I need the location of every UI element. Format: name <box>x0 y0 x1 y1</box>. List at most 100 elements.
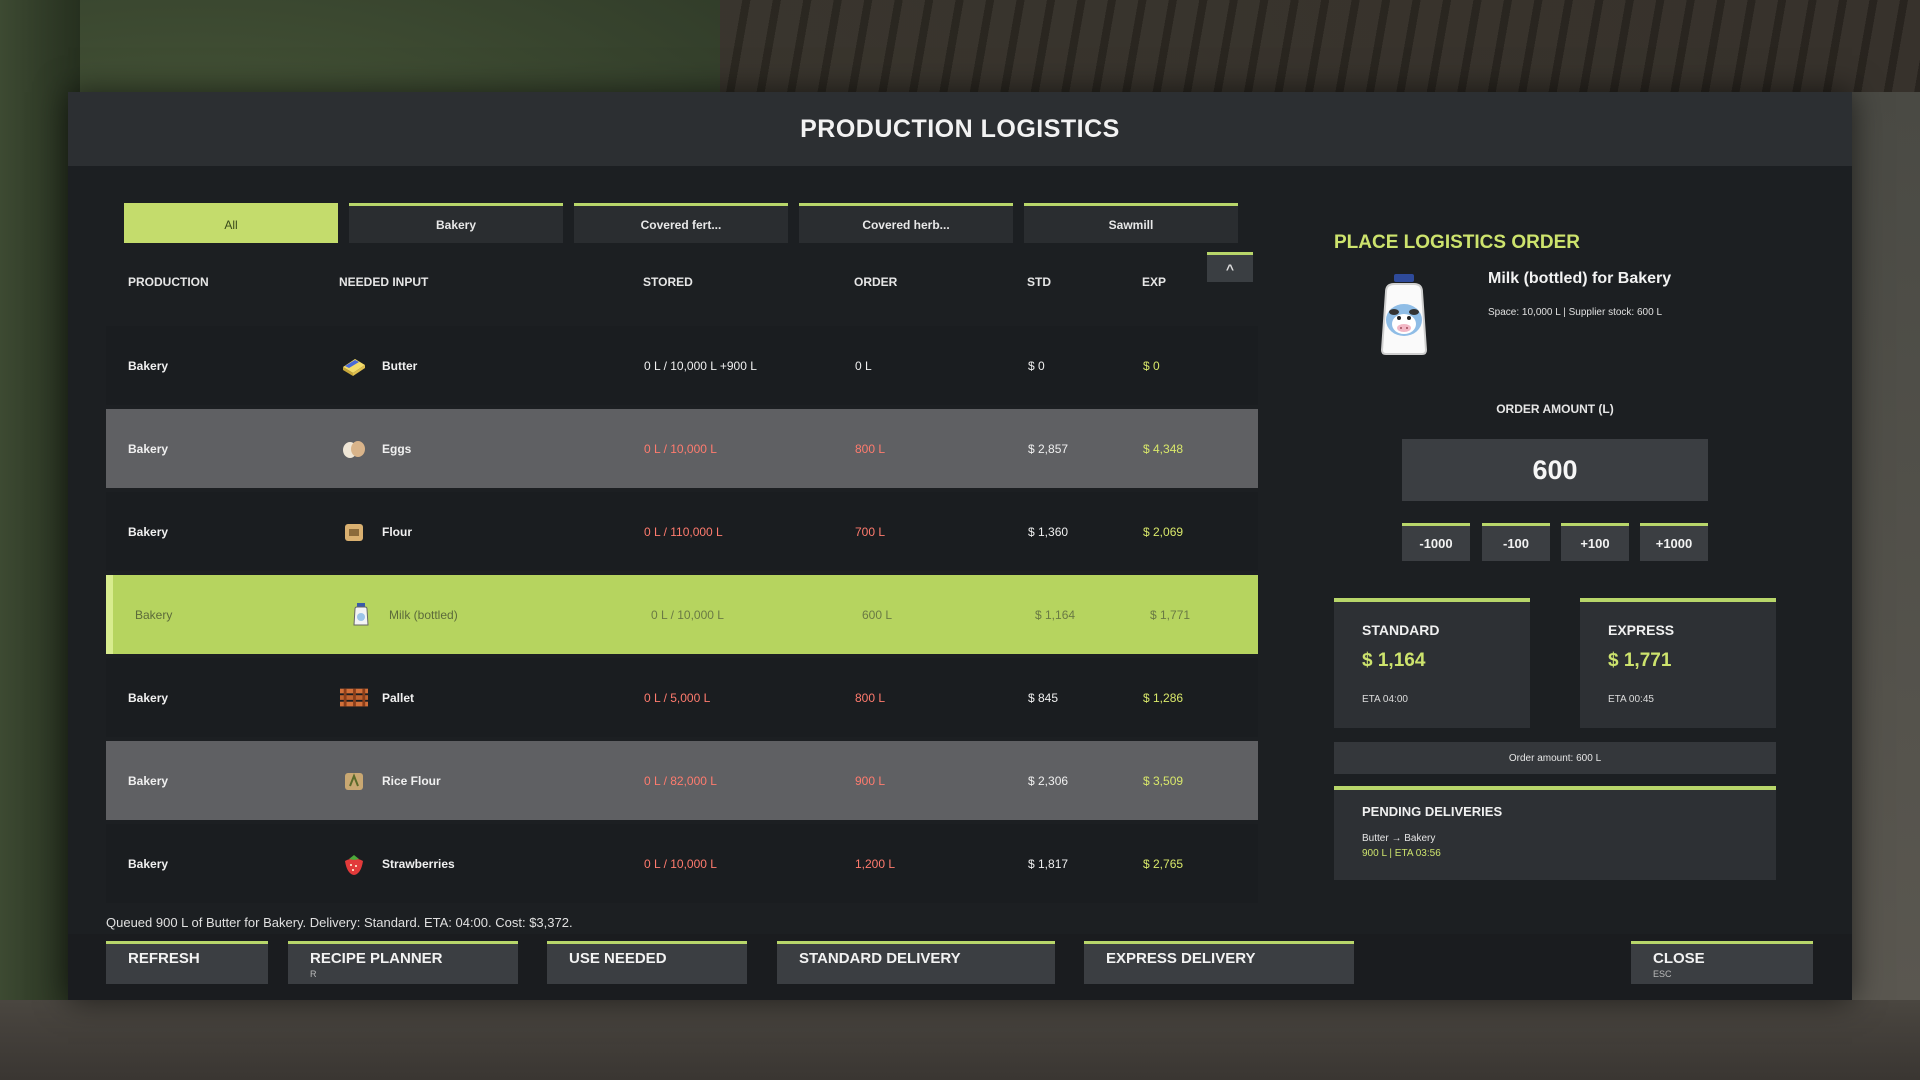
standard-delivery-eta: ETA 04:00 <box>1362 694 1408 705</box>
table-row[interactable]: Bakery Butter 0 L / 10,000 L +900 L 0 L … <box>106 326 1258 405</box>
row-exp-cost: $ 0 <box>1143 358 1160 373</box>
pallet-icon <box>340 658 368 737</box>
standard-delivery-price: $ 1,164 <box>1362 650 1426 671</box>
row-std-cost: $ 0 <box>1028 358 1045 373</box>
table-row[interactable]: Bakery Flour 0 L / 110,000 L 700 L $ 1,3… <box>106 492 1258 571</box>
row-exp-cost: $ 2,765 <box>1143 856 1184 871</box>
row-std-cost: $ 845 <box>1028 690 1059 705</box>
row-stored: 0 L / 110,000 L <box>644 524 723 539</box>
plus-100-button[interactable]: +100 <box>1561 523 1629 561</box>
column-header-production: PRODUCTION <box>128 275 209 289</box>
close-button-label: CLOSE <box>1653 950 1705 967</box>
tab-all[interactable]: All <box>124 203 338 243</box>
row-input-name: Butter <box>382 358 418 373</box>
pending-deliveries-title: PENDING DELIVERIES <box>1362 804 1503 819</box>
column-header-exp: EXP <box>1142 275 1167 289</box>
tab-sawmill[interactable]: Sawmill <box>1024 203 1238 243</box>
column-header-std: STD <box>1027 275 1051 289</box>
table-row[interactable]: Bakery Pallet 0 L / 5,000 L 800 L $ 845 … <box>106 658 1258 737</box>
background-roof <box>720 0 1920 92</box>
order-amount-summary: Order amount: 600 L <box>1334 742 1776 774</box>
plus-1000-button[interactable]: +1000 <box>1640 523 1708 561</box>
express-delivery-name: EXPRESS <box>1608 622 1675 638</box>
row-std-cost: $ 2,306 <box>1028 773 1069 788</box>
row-production: Bakery <box>135 607 173 622</box>
column-header-order: ORDER <box>854 275 898 289</box>
use-needed-button[interactable]: USE NEEDED <box>547 941 747 984</box>
standard-delivery-button[interactable]: STANDARD DELIVERY <box>777 941 1055 984</box>
recipe-planner-button-label: RECIPE PLANNER <box>310 950 443 967</box>
row-input-name: Milk (bottled) <box>389 607 458 622</box>
row-input-name: Eggs <box>382 441 412 456</box>
refresh-button[interactable]: REFRESH <box>106 941 268 984</box>
order-panel-title: PLACE LOGISTICS ORDER <box>1334 232 1580 253</box>
production-logistics-window: PRODUCTION LOGISTICS All Bakery Covered … <box>68 92 1852 1000</box>
row-std-cost: $ 1,164 <box>1035 607 1076 622</box>
row-input-name: Strawberries <box>382 856 455 871</box>
selected-product-info: Space: 10,000 L | Supplier stock: 600 L <box>1488 307 1663 318</box>
row-std-cost: $ 2,857 <box>1028 441 1069 456</box>
express-delivery-card[interactable]: EXPRESS $ 1,771 ETA 00:45 <box>1580 598 1776 728</box>
row-production: Bakery <box>128 524 169 539</box>
row-exp-cost: $ 3,509 <box>1143 773 1184 788</box>
minus-100-button[interactable]: -100 <box>1482 523 1550 561</box>
standard-delivery-card[interactable]: STANDARD $ 1,164 ETA 04:00 <box>1334 598 1530 728</box>
scroll-up-button[interactable]: ^ <box>1207 252 1253 282</box>
column-header-needed-input: NEEDED INPUT <box>339 275 429 289</box>
row-stored: 0 L / 10,000 L <box>651 607 724 622</box>
row-production: Bakery <box>128 690 169 705</box>
filter-tabs: All Bakery Covered fert... Covered herb.… <box>124 203 1238 243</box>
row-order: 800 L <box>855 690 886 705</box>
selected-product-name: Milk (bottled) for Bakery <box>1488 270 1672 287</box>
express-delivery-button-label: EXPRESS DELIVERY <box>1106 950 1256 967</box>
table-row[interactable]: Bakery Strawberries 0 L / 10,000 L 1,200… <box>106 824 1258 903</box>
express-delivery-price: $ 1,771 <box>1608 650 1672 671</box>
tab-bakery[interactable]: Bakery <box>349 203 563 243</box>
tab-covered-herb[interactable]: Covered herb... <box>799 203 1013 243</box>
pending-delivery-detail: 900 L | ETA 03:56 <box>1362 848 1441 859</box>
tab-covered-fert[interactable]: Covered fert... <box>574 203 788 243</box>
column-header-stored: STORED <box>643 275 693 289</box>
eggs-icon <box>340 409 368 488</box>
window-header: PRODUCTION LOGISTICS <box>68 92 1852 166</box>
refresh-button-label: REFRESH <box>128 950 200 967</box>
row-stored: 0 L / 10,000 L <box>644 856 717 871</box>
express-delivery-eta: ETA 00:45 <box>1608 694 1654 705</box>
order-amount-label: ORDER AMOUNT (L) <box>1496 402 1614 416</box>
status-message: Queued 900 L of Butter for Bakery. Deliv… <box>106 915 573 930</box>
row-input-name: Rice Flour <box>382 773 441 788</box>
table-row[interactable]: Bakery Eggs 0 L / 10,000 L 800 L $ 2,857… <box>106 409 1258 488</box>
milk-bottle-icon <box>347 575 375 654</box>
butter-icon <box>340 326 368 405</box>
standard-delivery-button-label: STANDARD DELIVERY <box>799 950 961 967</box>
close-button[interactable]: CLOSE ESC <box>1631 941 1813 984</box>
use-needed-button-label: USE NEEDED <box>569 950 667 967</box>
row-production: Bakery <box>128 358 169 373</box>
row-order: 600 L <box>862 607 893 622</box>
row-exp-cost: $ 1,771 <box>1150 607 1191 622</box>
row-order: 800 L <box>855 441 886 456</box>
row-stored: 0 L / 82,000 L <box>644 773 717 788</box>
row-order: 1,200 L <box>855 856 896 871</box>
minus-1000-button[interactable]: -1000 <box>1402 523 1470 561</box>
order-amount-input[interactable]: 600 <box>1402 439 1708 501</box>
table-row[interactable]: Bakery Rice Flour 0 L / 82,000 L 900 L $… <box>106 741 1258 820</box>
row-production: Bakery <box>128 856 169 871</box>
row-stored: 0 L / 5,000 L <box>644 690 711 705</box>
express-delivery-button[interactable]: EXPRESS DELIVERY <box>1084 941 1354 984</box>
pending-delivery-route: Butter → Bakery <box>1362 833 1436 844</box>
row-order: 700 L <box>855 524 886 539</box>
recipe-planner-button[interactable]: RECIPE PLANNER R <box>288 941 518 984</box>
close-keybind: ESC <box>1653 969 1672 979</box>
flour-icon <box>340 492 368 571</box>
row-exp-cost: $ 2,069 <box>1143 524 1184 539</box>
strawberry-icon <box>340 824 368 903</box>
background-shed <box>1852 92 1920 1000</box>
milk-bottle-large-icon <box>1376 272 1432 356</box>
table-row[interactable]: Bakery Milk (bottled) 0 L / 10,000 L 600… <box>106 575 1258 654</box>
row-exp-cost: $ 1,286 <box>1143 690 1184 705</box>
input-table: Bakery Butter 0 L / 10,000 L +900 L 0 L … <box>106 326 1258 907</box>
row-input-name: Pallet <box>382 690 415 705</box>
row-production: Bakery <box>128 441 169 456</box>
standard-delivery-name: STANDARD <box>1362 622 1440 638</box>
